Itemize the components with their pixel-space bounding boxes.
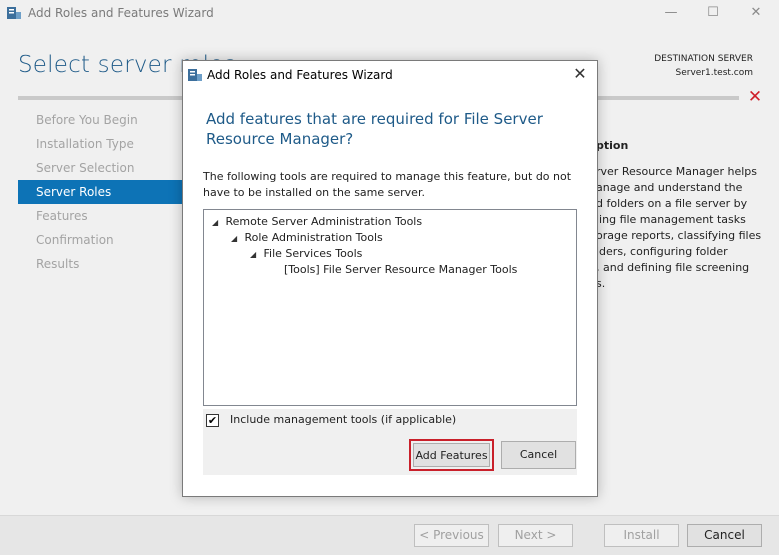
nav-item-confirmation[interactable]: Confirmation <box>18 228 188 252</box>
maximize-button[interactable]: ☐ <box>698 3 728 23</box>
cancel-button[interactable]: Cancel <box>687 524 762 547</box>
tree-item[interactable]: ◢ File Services Tools <box>204 246 576 262</box>
close-button[interactable]: ✕ <box>741 3 771 23</box>
collapse-triangle-icon[interactable]: ◢ <box>250 247 260 263</box>
server-manager-icon <box>7 7 21 19</box>
nav-item-installation-type[interactable]: Installation Type <box>18 132 188 156</box>
include-tools-label[interactable]: Include management tools (if applicable) <box>230 413 456 426</box>
description-line: , and defining file screening <box>596 261 750 274</box>
description-line: s. <box>596 277 606 290</box>
main-titlebar: Add Roles and Features Wizard — ☐ ✕ <box>0 0 779 28</box>
collapse-triangle-icon[interactable]: ◢ <box>212 215 222 231</box>
dialog-description: The following tools are required to mana… <box>203 170 572 199</box>
tree-item-label: File Services Tools <box>263 247 363 260</box>
minimize-button[interactable]: — <box>656 3 686 23</box>
dialog-heading: Add features that are required for File … <box>206 110 543 148</box>
add-features-button-highlight: Add Features <box>409 439 494 471</box>
include-tools-checkbox[interactable]: ✔ <box>206 414 219 427</box>
wizard-footer: < Previous Next > Install Cancel <box>0 515 779 555</box>
nav-item-before-you-begin[interactable]: Before You Begin <box>18 108 188 132</box>
dialog-titlebar: Add Roles and Features Wizard ✕ <box>183 61 597 89</box>
error-x-icon[interactable]: ✕ <box>747 89 763 106</box>
install-button[interactable]: Install <box>604 524 679 547</box>
nav-item-features[interactable]: Features <box>18 204 188 228</box>
role-description: ption rver Resource Manager helps anage … <box>596 138 766 292</box>
destination-server-name: Server1.test.com <box>675 68 753 78</box>
nav-item-server-roles[interactable]: Server Roles <box>18 180 188 204</box>
tree-item[interactable]: ◢ Role Administration Tools <box>204 230 576 246</box>
tree-item-label: Role Administration Tools <box>244 231 383 244</box>
tree-item-label: Remote Server Administration Tools <box>225 215 423 228</box>
nav-item-server-selection[interactable]: Server Selection <box>18 156 188 180</box>
description-heading: ption <box>596 139 629 152</box>
dialog-body: Add features that are required for File … <box>183 89 597 496</box>
main-window-title: Add Roles and Features Wizard <box>28 6 214 20</box>
required-features-tree: ◢ Remote Server Administration Tools ◢ R… <box>203 209 577 406</box>
server-manager-icon <box>188 69 202 81</box>
description-line: ling file management tasks <box>596 213 746 226</box>
tree-item[interactable]: ◢ Remote Server Administration Tools <box>204 214 576 230</box>
dialog-title: Add Roles and Features Wizard <box>207 68 393 82</box>
nav-item-results[interactable]: Results <box>18 252 188 276</box>
dialog-footer: ✔ Include management tools (if applicabl… <box>203 409 577 475</box>
dialog-close-icon[interactable]: ✕ <box>571 65 589 83</box>
description-line: d folders on a file server by <box>596 197 748 210</box>
destination-server-label: DESTINATION SERVER <box>654 54 753 64</box>
add-features-button[interactable]: Add Features <box>413 443 490 467</box>
description-line: orage reports, classifying files <box>596 229 762 242</box>
description-line: rver Resource Manager helps <box>596 165 757 178</box>
dialog-cancel-button[interactable]: Cancel <box>501 441 576 469</box>
add-features-dialog: Add Roles and Features Wizard ✕ Add feat… <box>182 60 598 497</box>
wizard-step-nav: Before You Begin Installation Type Serve… <box>18 108 188 276</box>
previous-button[interactable]: < Previous <box>414 524 489 547</box>
tree-item[interactable]: [Tools] File Server Resource Manager Too… <box>204 262 576 278</box>
description-line: lders, configuring folder <box>596 245 728 258</box>
tree-item-label: [Tools] File Server Resource Manager Too… <box>284 263 518 276</box>
description-line: anage and understand the <box>596 181 743 194</box>
collapse-triangle-icon[interactable]: ◢ <box>231 231 241 247</box>
next-button[interactable]: Next > <box>498 524 573 547</box>
